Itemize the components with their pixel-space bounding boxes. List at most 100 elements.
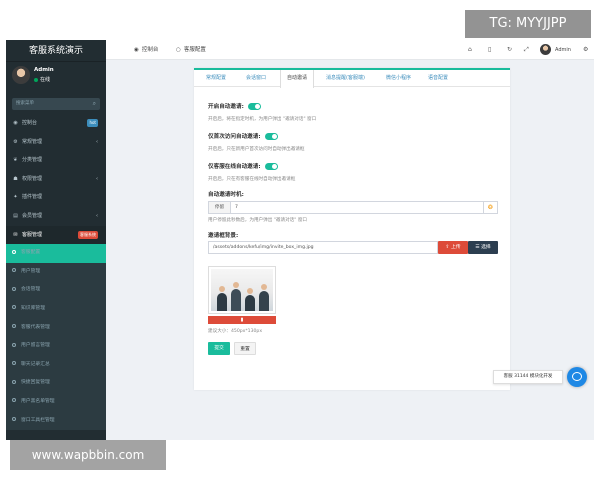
dashboard-icon: ◉ [13,120,18,126]
chevron-left-icon: ‹ [96,212,98,219]
upload-button[interactable]: ⇪ 上传 [438,241,468,254]
fullscreen-icon[interactable]: ⤢ [524,40,529,60]
top-user-name[interactable]: Admin [555,40,571,60]
agent-figure [231,282,241,311]
circle-icon [12,398,16,403]
tab-chat-window[interactable]: 会话窗口 [240,70,272,87]
config-panel: 常规配置 会话窗口 自动邀请 消息提醒(客服端) 微信小程序 语音配置 开启自动… [194,68,510,390]
agent-figure [245,288,255,311]
circle-icon [12,361,16,366]
sidebar-item-auth[interactable]: ☗ 权限管理 ‹ [6,170,106,189]
floating-tooltip: 客服 31144 模块化开发 [493,370,563,384]
lightbulb-icon: ❂ [484,201,498,214]
submenu-item-config[interactable]: 客服配置 [6,244,106,263]
avatar [12,66,30,84]
circle-icon [12,324,16,329]
tab-auto-invite[interactable]: 自动邀请 [280,70,315,88]
top-avatar[interactable] [540,44,551,55]
submenu-item-users[interactable]: 用户管理 [6,263,106,282]
chevron-left-icon: ‹ [96,138,98,145]
user-status: 在线 [34,76,50,83]
circle-icon [12,379,16,384]
sidebar-item-general[interactable]: ⚙ 常规管理 ‹ [6,133,106,152]
submenu-item-toolbar[interactable]: 窗口工具栏管理 [6,412,106,431]
submenu-item-quickreply[interactable]: 快捷回复管理 [6,374,106,393]
kefu-badge: 客服系统 [78,230,98,239]
refresh-icon[interactable]: ↻ [507,40,512,60]
trash-icon: ▮ [240,317,244,323]
cog-icon: ⚙ [13,138,18,145]
chevron-left-icon: ‹ [96,175,98,182]
first-visit-help: 开启后，只在新用户首次访问时自动弹出邀请框 [208,147,305,152]
reset-button[interactable]: 重置 [234,342,256,355]
submenu-item-chatlog[interactable]: 聊天记录汇总 [6,356,106,375]
menu-search-input[interactable]: 搜索菜单 ⌕ [12,98,100,110]
user-icon: ▤ [13,212,18,219]
delete-image-button[interactable]: ▮ [208,316,276,324]
watermark-bottom: www.wapbbin.com [10,440,166,470]
tab-wechat-mini[interactable]: 微信小程序 [380,70,417,87]
submenu-item-agents[interactable]: 客服代表管理 [6,319,106,338]
chat-float-button[interactable] [567,367,587,387]
circle-icon [12,342,16,347]
plug-icon: ✦ [13,194,18,201]
first-visit-label: 仅首次访问自动邀请: [208,132,278,140]
app-window: 客服系统演示 Admin 在线 搜索菜单 ⌕ ◉ 控制台 hot ⚙ 常规管理 ‹ ❦ 分类… [6,40,594,440]
tab-message-alert[interactable]: 消息提醒(客服端) [320,70,371,87]
choose-button[interactable]: ☰ 选择 [468,241,498,254]
tab-voice-config[interactable]: 语音配置 [422,70,454,87]
search-icon: ⌕ [92,100,96,107]
sidebar: 客服系统演示 Admin 在线 搜索菜单 ⌕ ◉ 控制台 hot ⚙ 常规管理 ‹ ❦ 分类… [6,40,106,440]
online-only-help: 开启后，只在有客服在线时自动弹出邀请框 [208,177,296,182]
invite-time-prefix: 停留 [208,201,230,214]
tab-kefu-config[interactable]: ○ 客服配置 [176,40,206,60]
circle-icon [12,268,16,273]
brand-title: 客服系统演示 [6,40,106,62]
first-visit-toggle[interactable] [264,133,278,140]
settings-icon[interactable]: ⚙ [583,40,588,60]
size-hint: 建议大小：450px*130px [208,329,263,334]
home-icon[interactable]: ⌂ [468,40,472,60]
tab-general-config[interactable]: 常规配置 [200,70,232,87]
auto-invite-toggle[interactable] [247,103,261,110]
circle-icon: ○ [176,47,181,53]
submenu-item-sessions[interactable]: 会话管理 [6,281,106,300]
circle-icon [12,305,16,310]
agent-figure [217,286,227,311]
group-icon: ☗ [13,175,18,182]
invite-time-help: 用户停留此秒数后，为用户弹出 "邀请对话" 窗口 [208,218,308,223]
online-dot-icon [34,77,38,82]
trash-icon[interactable]: ▯ [488,40,491,60]
invite-time-input[interactable]: 7 [230,201,484,214]
sidebar-item-member[interactable]: ▤ 会员管理 ‹ [6,207,106,226]
circle-icon [12,286,16,291]
topbar: ◉ 控制台 ○ 客服配置 ⌂ ▯ ↻ ⤢ Admin ⚙ [106,40,594,60]
user-panel: Admin 在线 [6,62,106,96]
hot-badge: hot [87,119,98,127]
config-tabs: 常规配置 会话窗口 自动邀请 消息提醒(客服端) 微信小程序 语音配置 [194,70,510,88]
sidebar-item-kefu[interactable]: ✉ 客服管理 客服系统 [6,225,106,245]
submenu-item-messages[interactable]: 用户留言管理 [6,337,106,356]
online-only-label: 仅客服在线自动邀请: [208,162,278,170]
user-name: Admin [34,67,54,73]
submit-button[interactable]: 提交 [208,342,230,355]
circle-icon [12,249,16,254]
sidebar-item-addon[interactable]: ✦ 插件管理 [6,188,106,207]
kefu-submenu: 客服配置 用户管理 会话管理 知识库管理 客服代表管理 用户留言管理 聊天记录汇… [6,244,106,431]
sidebar-item-dashboard[interactable]: ◉ 控制台 hot [6,114,106,133]
invite-bg-input[interactable]: /assets/addons/kefu/img/invite_box_img.j… [208,241,438,254]
online-only-toggle[interactable] [264,163,278,170]
invite-time-label: 自动邀请时机: [208,192,244,198]
auto-invite-label: 开启自动邀请: [208,102,261,110]
circle-icon [12,417,16,421]
sidebar-item-category[interactable]: ❦ 分类管理 [6,151,106,170]
submenu-item-blacklist[interactable]: 用户黑名单管理 [6,393,106,412]
invite-bg-thumbnail[interactable] [208,266,276,314]
dashboard-icon: ◉ [134,47,139,53]
invite-bg-image [211,269,273,311]
auto-invite-help: 开启后，将在指定时机，为用户弹出 "邀请对话" 窗口 [208,117,317,122]
submenu-item-knowledge[interactable]: 知识库管理 [6,300,106,319]
tab-dashboard[interactable]: ◉ 控制台 [134,40,158,60]
watermark-top: TG: MYYJJPP [465,10,591,38]
leaf-icon: ❦ [13,157,18,164]
